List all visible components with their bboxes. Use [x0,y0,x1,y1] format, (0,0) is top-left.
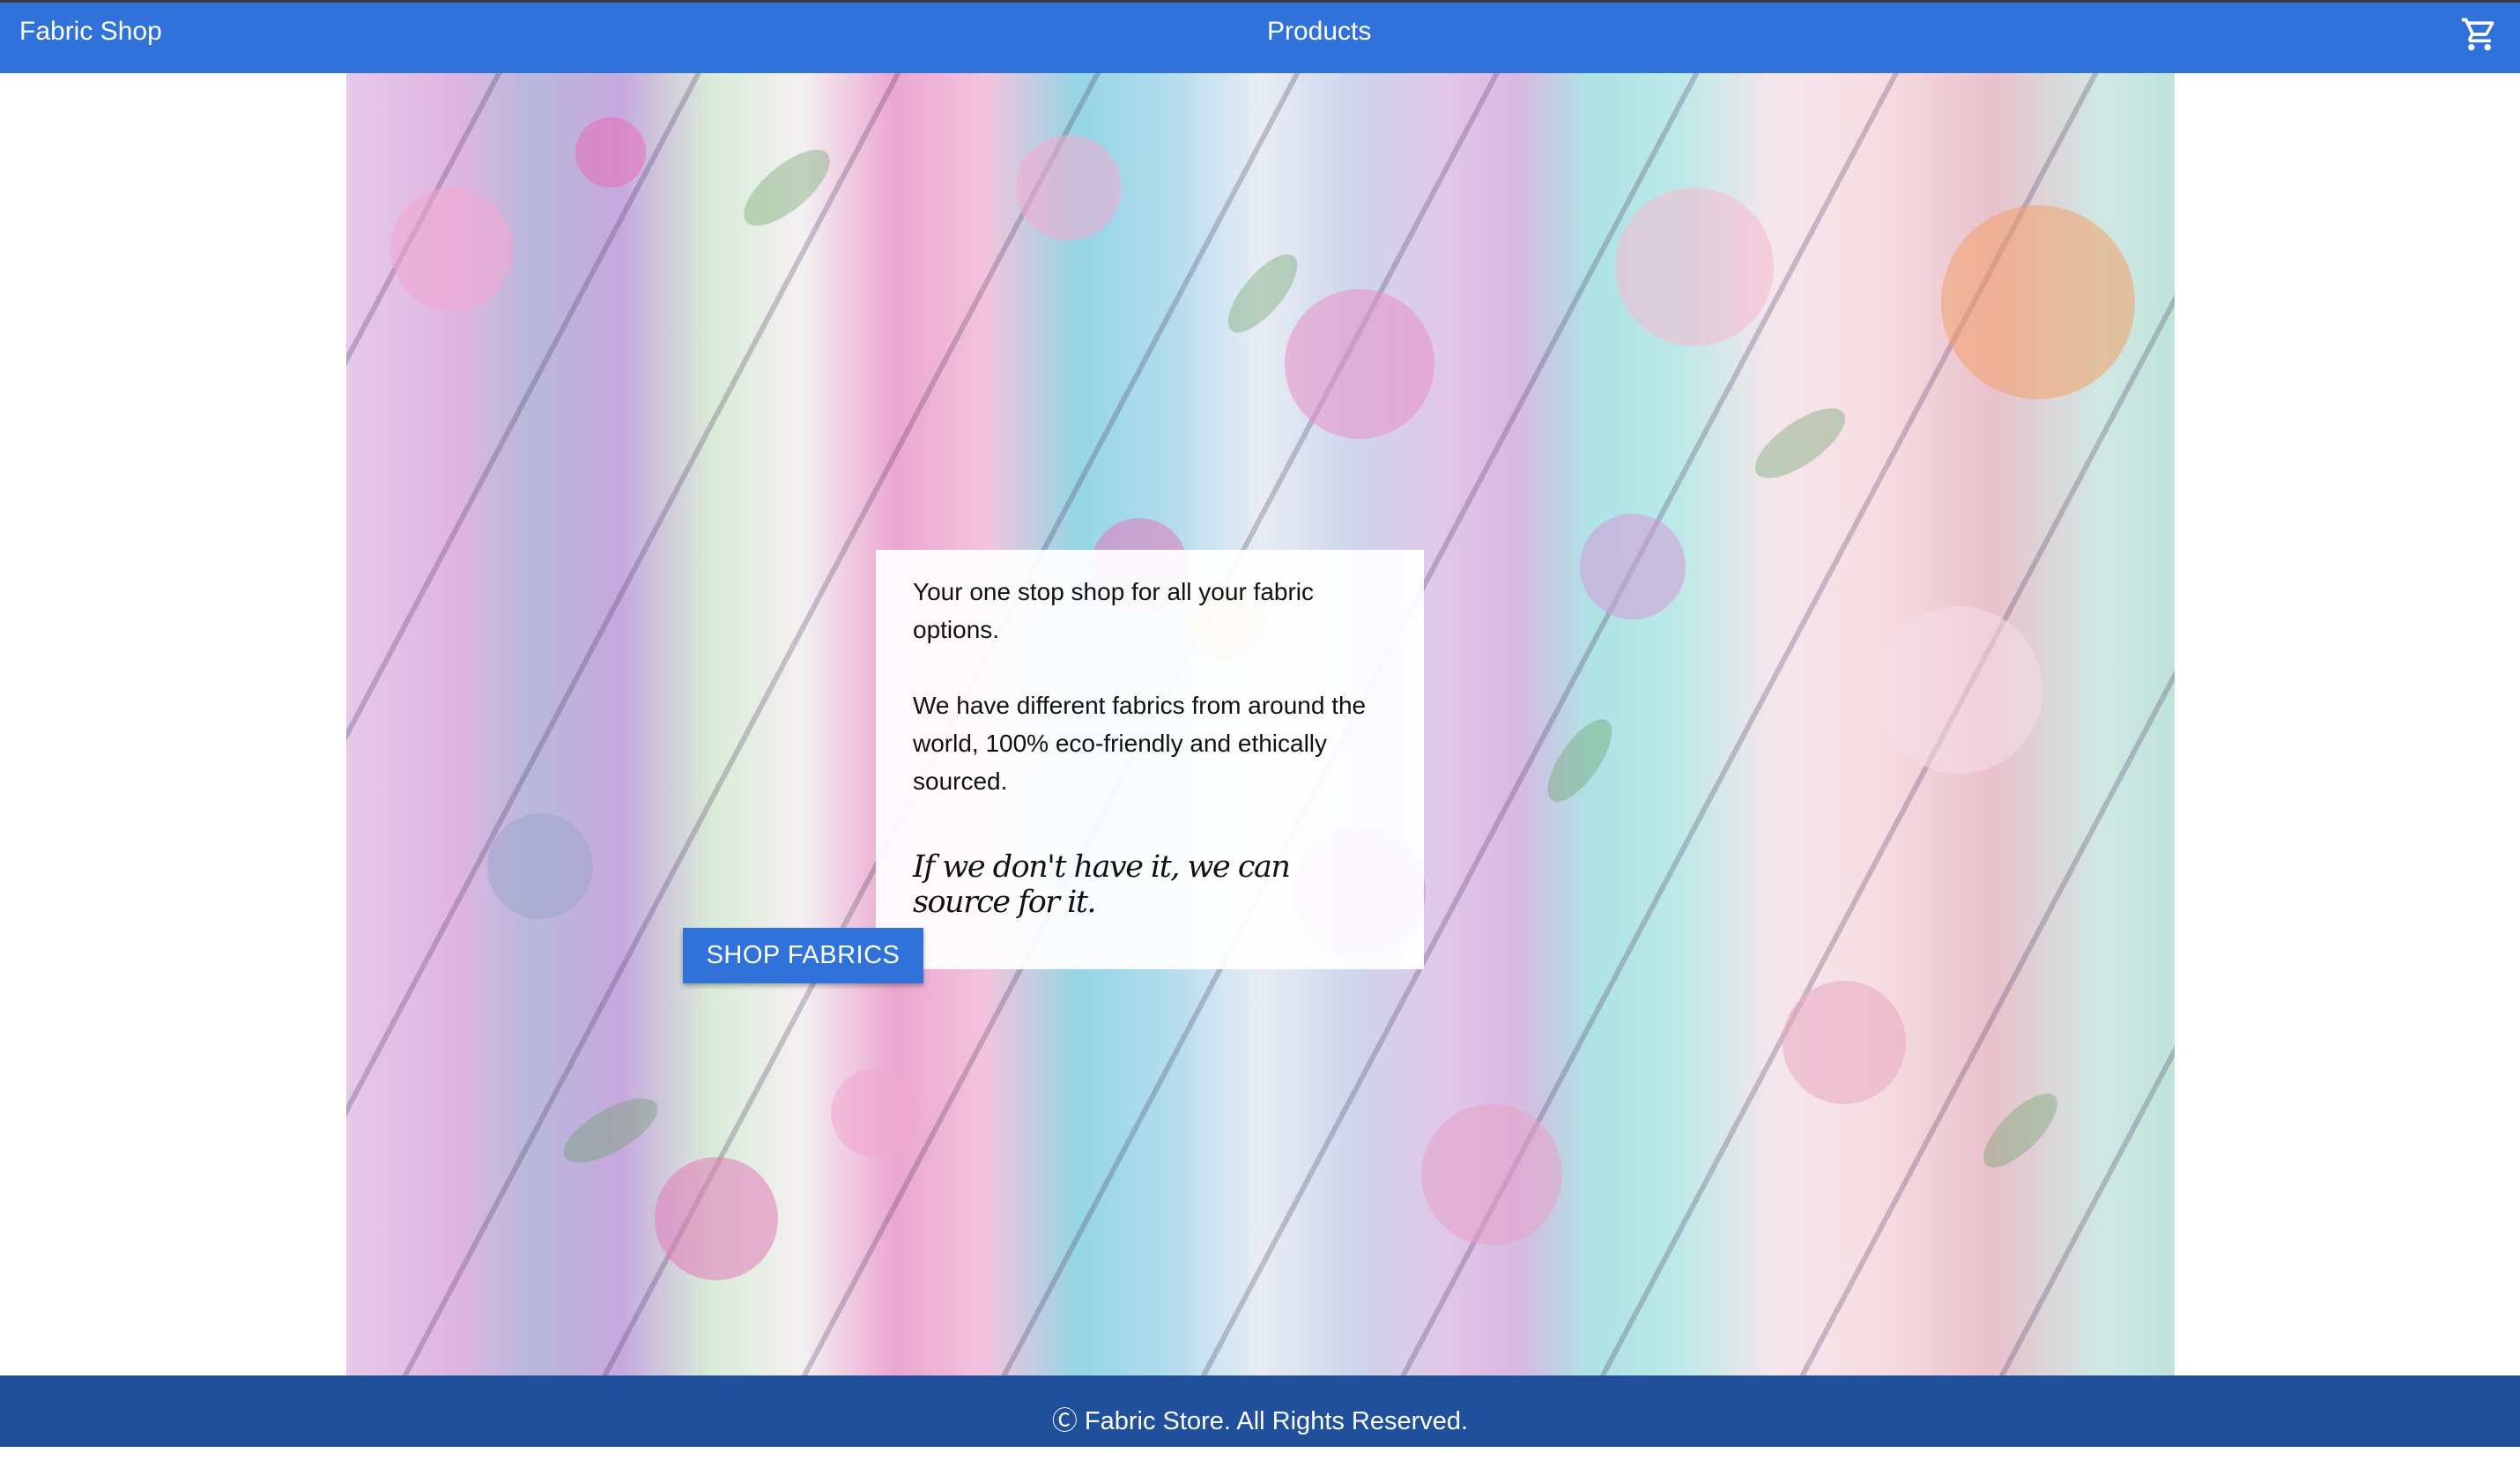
shop-fabrics-button[interactable]: SHOP FABRICS [683,928,923,983]
shopping-cart-icon [2461,18,2494,51]
details-text: We have different fabrics from around th… [913,692,1367,795]
brand-link[interactable]: Fabric Shop [19,3,162,73]
intro-text: Your one stop shop for all your fabric o… [913,578,1315,643]
footer: Ⓒ Fabric Store. All Rights Reserved. [0,1375,2520,1447]
nav-products-link[interactable]: Products [1267,3,1371,73]
hero-banner: Your one stop shop for all your fabric o… [346,73,2175,1375]
cart-button[interactable] [2460,15,2499,54]
welcome-card: Your one stop shop for all your fabric o… [876,550,1424,969]
tagline-text: If we don't have it, we can source for i… [913,849,1291,920]
copyright-text: Ⓒ Fabric Store. All Rights Reserved. [1051,1407,1469,1435]
top-app-bar: Fabric Shop Products [0,0,2520,73]
